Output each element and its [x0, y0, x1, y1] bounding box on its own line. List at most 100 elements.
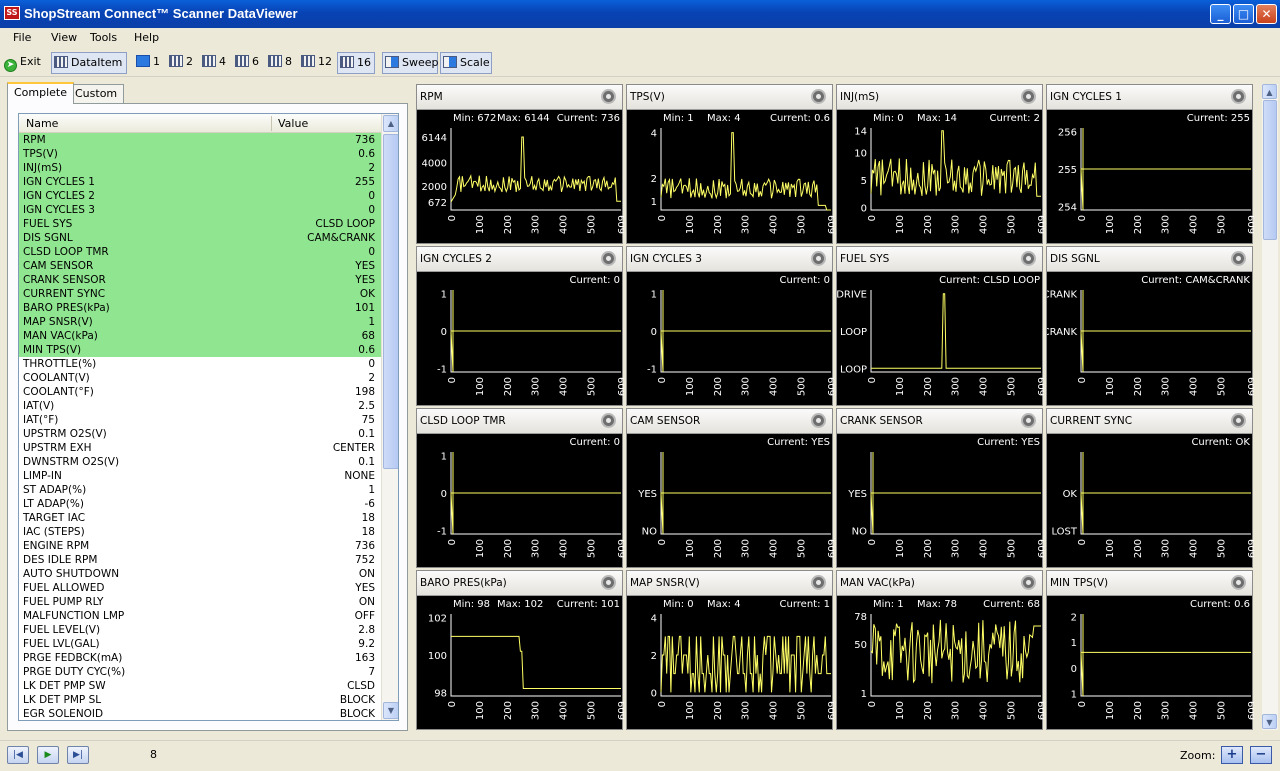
dataitem-button[interactable]: DataItem: [51, 52, 127, 74]
tab-complete[interactable]: Complete: [7, 82, 75, 104]
table-row[interactable]: DES IDLE RPM 752: [19, 553, 381, 567]
chart-settings-icon[interactable]: [1021, 413, 1036, 428]
table-row[interactable]: CURRENT SYNC OK: [19, 287, 381, 301]
table-row[interactable]: FUEL SYS CLSD LOOP: [19, 217, 381, 231]
chart-panel[interactable]: MAP SNSR(V) Min: 0 Max: 4 Current: 1 4 2 0 0 100…: [626, 570, 834, 730]
play-button[interactable]: ▶: [37, 746, 59, 764]
table-row[interactable]: IAT(V) 2.5: [19, 399, 381, 413]
table-row[interactable]: IGN CYCLES 2 0: [19, 189, 381, 203]
charts-scroll-up-button[interactable]: ▲: [1262, 84, 1277, 99]
chart-settings-icon[interactable]: [811, 413, 826, 428]
layout-1-button[interactable]: 1: [134, 52, 164, 74]
exit-button[interactable]: ➤ Exit: [2, 52, 46, 74]
table-row[interactable]: ENGINE RPM 736: [19, 539, 381, 553]
menu-help[interactable]: Help: [134, 31, 159, 44]
chart-settings-icon[interactable]: [1021, 251, 1036, 266]
table-row[interactable]: LK DET PMP SL BLOCK: [19, 693, 381, 707]
charts-scroll-down-button[interactable]: ▼: [1262, 714, 1277, 729]
table-row[interactable]: IGN CYCLES 3 0: [19, 203, 381, 217]
chart-panel[interactable]: MAN VAC(kPa) Min: 1 Max: 78 Current: 68 78 50…: [836, 570, 1044, 730]
table-row[interactable]: FUEL LEVEL(V) 2.8: [19, 623, 381, 637]
chart-settings-icon[interactable]: [601, 413, 616, 428]
table-row[interactable]: LK DET PMP SW CLSD: [19, 679, 381, 693]
layout-2-button[interactable]: 2: [167, 52, 197, 74]
table-row[interactable]: BARO PRES(kPa) 101: [19, 301, 381, 315]
chart-panel[interactable]: CURRENT SYNC Current: OK OK LOST 0 100 200 300 4…: [1046, 408, 1254, 568]
chart-panel[interactable]: TPS(V) Min: 1 Max: 4 Current: 0.6 4 2 1 0 100 200…: [626, 84, 834, 244]
chart-settings-icon[interactable]: [1231, 251, 1246, 266]
layout-8-button[interactable]: 8: [266, 52, 296, 74]
zoom-out-button[interactable]: −: [1250, 746, 1272, 764]
table-row[interactable]: IAT(°F) 75: [19, 413, 381, 427]
table-row[interactable]: TPS(V) 0.6: [19, 147, 381, 161]
minimize-button[interactable]: _: [1210, 4, 1231, 24]
table-row[interactable]: INJ(mS) 2: [19, 161, 381, 175]
close-button[interactable]: ✕: [1256, 4, 1277, 24]
layout-6-button[interactable]: 6: [233, 52, 263, 74]
table-row[interactable]: FUEL PUMP RLY ON: [19, 595, 381, 609]
layout-4-button[interactable]: 4: [200, 52, 230, 74]
chart-panel[interactable]: CRANK SENSOR Current: YES YES NO 0 100 200 300 4…: [836, 408, 1044, 568]
table-row[interactable]: UPSTRM EXH CENTER: [19, 441, 381, 455]
column-divider[interactable]: [271, 116, 272, 131]
scale-button[interactable]: Scale: [440, 52, 492, 74]
table-row[interactable]: CRANK SENSOR YES: [19, 273, 381, 287]
chart-settings-icon[interactable]: [811, 251, 826, 266]
menu-tools[interactable]: Tools: [90, 31, 117, 44]
chart-settings-icon[interactable]: [1231, 89, 1246, 104]
column-header-value[interactable]: Value: [278, 117, 308, 130]
chart-panel[interactable]: RPM Min: 672 Max: 6144 Current: 736 6144 4000…: [416, 84, 624, 244]
column-header-name[interactable]: Name: [26, 117, 58, 130]
charts-scroll-thumb[interactable]: [1263, 100, 1277, 240]
table-row[interactable]: COOLANT(°F) 198: [19, 385, 381, 399]
chart-panel[interactable]: IGN CYCLES 3 Current: 0 1 0 -1 0 100 200 300 400 5…: [626, 246, 834, 406]
table-row[interactable]: FUEL LVL(GAL) 9.2: [19, 637, 381, 651]
table-row[interactable]: PRGE FEDBCK(mA) 163: [19, 651, 381, 665]
menu-file[interactable]: File: [13, 31, 31, 44]
sweep-button[interactable]: Sweep: [382, 52, 439, 74]
chart-settings-icon[interactable]: [811, 575, 826, 590]
chart-panel[interactable]: IGN CYCLES 1 Current: 255 256 255 254 0 100 200…: [1046, 84, 1254, 244]
scroll-up-button[interactable]: ▲: [383, 115, 398, 132]
table-row[interactable]: IGN CYCLES 1 255: [19, 175, 381, 189]
layout-16-button[interactable]: 16: [337, 52, 375, 74]
chart-settings-icon[interactable]: [1231, 575, 1246, 590]
chart-settings-icon[interactable]: [811, 89, 826, 104]
table-row[interactable]: MAN VAC(kPa) 68: [19, 329, 381, 343]
zoom-in-button[interactable]: +: [1221, 746, 1243, 764]
table-row[interactable]: CAM SENSOR YES: [19, 259, 381, 273]
chart-panel[interactable]: DIS SGNL Current: CAM&CRANK CRANK CAM&CRANK…: [1046, 246, 1254, 406]
table-row[interactable]: EGR SOLENOID BLOCK: [19, 707, 381, 720]
chart-panel[interactable]: INJ(mS) Min: 0 Max: 14 Current: 2 14 10 5 0 0 100…: [836, 84, 1044, 244]
table-row[interactable]: TARGET IAC 18: [19, 511, 381, 525]
tab-custom[interactable]: Custom: [68, 84, 125, 104]
table-row[interactable]: MIN TPS(V) 0.6: [19, 343, 381, 357]
table-row[interactable]: MAP SNSR(V) 1: [19, 315, 381, 329]
table-row[interactable]: AUTO SHUTDOWN ON: [19, 567, 381, 581]
chart-settings-icon[interactable]: [1231, 413, 1246, 428]
chart-panel[interactable]: IGN CYCLES 2 Current: 0 1 0 -1 0 100 200 300 400 5…: [416, 246, 624, 406]
table-row[interactable]: COOLANT(V) 2: [19, 371, 381, 385]
table-row[interactable]: CLSD LOOP TMR 0: [19, 245, 381, 259]
table-row[interactable]: PRGE DUTY CYC(%) 7: [19, 665, 381, 679]
chart-settings-icon[interactable]: [1021, 89, 1036, 104]
table-row[interactable]: DIS SGNL CAM&CRANK: [19, 231, 381, 245]
next-page-button[interactable]: ▶|: [67, 746, 89, 764]
table-row[interactable]: RPM 736: [19, 133, 381, 147]
grid-scrollbar[interactable]: ▲ ▼: [381, 114, 398, 720]
table-row[interactable]: UPSTRM O2S(V) 0.1: [19, 427, 381, 441]
menu-view[interactable]: View: [51, 31, 77, 44]
chart-settings-icon[interactable]: [601, 251, 616, 266]
chart-settings-icon[interactable]: [1021, 575, 1036, 590]
charts-scrollbar[interactable]: ▲ ▼: [1262, 84, 1278, 730]
scroll-thumb[interactable]: [383, 134, 398, 469]
previous-page-button[interactable]: |◀: [7, 746, 29, 764]
table-row[interactable]: FUEL ALLOWED YES: [19, 581, 381, 595]
chart-settings-icon[interactable]: [601, 575, 616, 590]
chart-panel[interactable]: BARO PRES(kPa) Min: 98 Max: 102 Current: 10…: [416, 570, 624, 730]
scroll-down-button[interactable]: ▼: [383, 702, 398, 719]
chart-panel[interactable]: FUEL SYS Current: CLSD LOOP OL/DRIVE CLSD L…: [836, 246, 1044, 406]
table-row[interactable]: ST ADAP(%) 1: [19, 483, 381, 497]
maximize-button[interactable]: □: [1233, 4, 1254, 24]
table-row[interactable]: IAC (STEPS) 18: [19, 525, 381, 539]
